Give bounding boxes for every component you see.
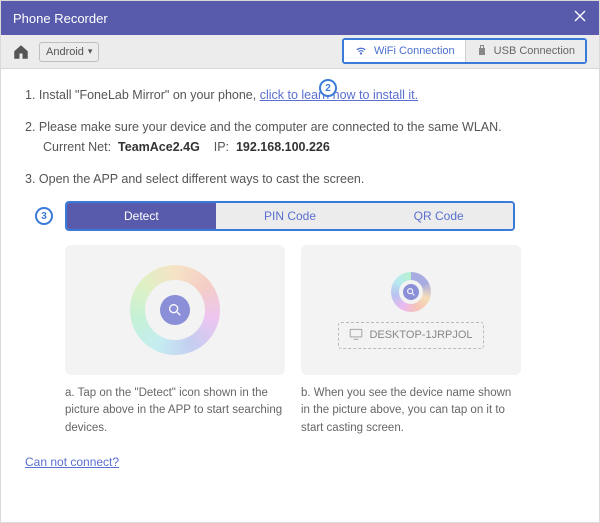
usb-connection-button[interactable]: USB Connection [465,40,585,62]
home-icon[interactable] [11,42,31,62]
monitor-icon [349,328,363,343]
net-value: TeamAce2.4G [118,140,200,154]
window-title: Phone Recorder [13,11,108,26]
step-3: 3. Open the APP and select different way… [25,169,575,189]
content-area: 1. Install "FoneLab Mirror" on your phon… [1,69,599,522]
panel-device: DESKTOP-1JRPJOL [301,245,521,375]
search-small-icon [403,284,419,300]
cannot-connect-link[interactable]: Can not connect? [25,455,119,469]
ip-value: 192.168.100.226 [236,140,330,154]
os-selector[interactable]: Android ▾ [39,42,99,62]
caption-a: a. Tap on the "Detect" icon shown in the… [65,385,285,437]
chevron-down-icon: ▾ [88,46,93,57]
tab-pin-code[interactable]: PIN Code [216,203,365,229]
tab-detect[interactable]: Detect [67,203,216,229]
wifi-icon [354,43,368,60]
ip-label: IP: [214,140,229,154]
step-marker-2: 2 [319,79,337,97]
step-2-text: 2. Please make sure your device and the … [25,117,575,137]
tab-qr-code[interactable]: QR Code [364,203,513,229]
step-marker-3: 3 [35,207,53,225]
app-window: Phone Recorder Android ▾ WiFi Connection [0,0,600,523]
captions: a. Tap on the "Detect" icon shown in the… [65,385,575,437]
step-1: 1. Install "FoneLab Mirror" on your phon… [25,85,575,105]
usb-icon [476,44,488,59]
step-1-text: 1. Install "FoneLab Mirror" on your phon… [25,88,260,102]
device-name: DESKTOP-1JRPJOL [369,329,472,341]
usb-label: USB Connection [494,45,575,57]
search-icon [160,295,190,325]
wifi-connection-button[interactable]: WiFi Connection [344,40,465,62]
net-label: Current Net: [43,140,111,154]
toolbar: Android ▾ WiFi Connection USB Connection [1,35,599,69]
device-entry: DESKTOP-1JRPJOL [338,322,483,349]
connection-toggle: WiFi Connection USB Connection [342,38,587,64]
cast-tabs-wrap: 3 Detect PIN Code QR Code [65,201,575,231]
os-label: Android [46,46,84,58]
install-link[interactable]: click to learn how to install it. [260,88,418,102]
panel-detect [65,245,285,375]
caption-b: b. When you see the device name shown in… [301,385,521,437]
illustration-panels: DESKTOP-1JRPJOL [65,245,575,375]
close-icon[interactable] [573,9,587,28]
wifi-label: WiFi Connection [374,45,455,57]
step-2: 2. Please make sure your device and the … [25,117,575,157]
cast-tabs: Detect PIN Code QR Code [65,201,515,231]
network-info: Current Net: TeamAce2.4G IP: 192.168.100… [25,137,575,157]
title-bar: Phone Recorder [1,1,599,35]
